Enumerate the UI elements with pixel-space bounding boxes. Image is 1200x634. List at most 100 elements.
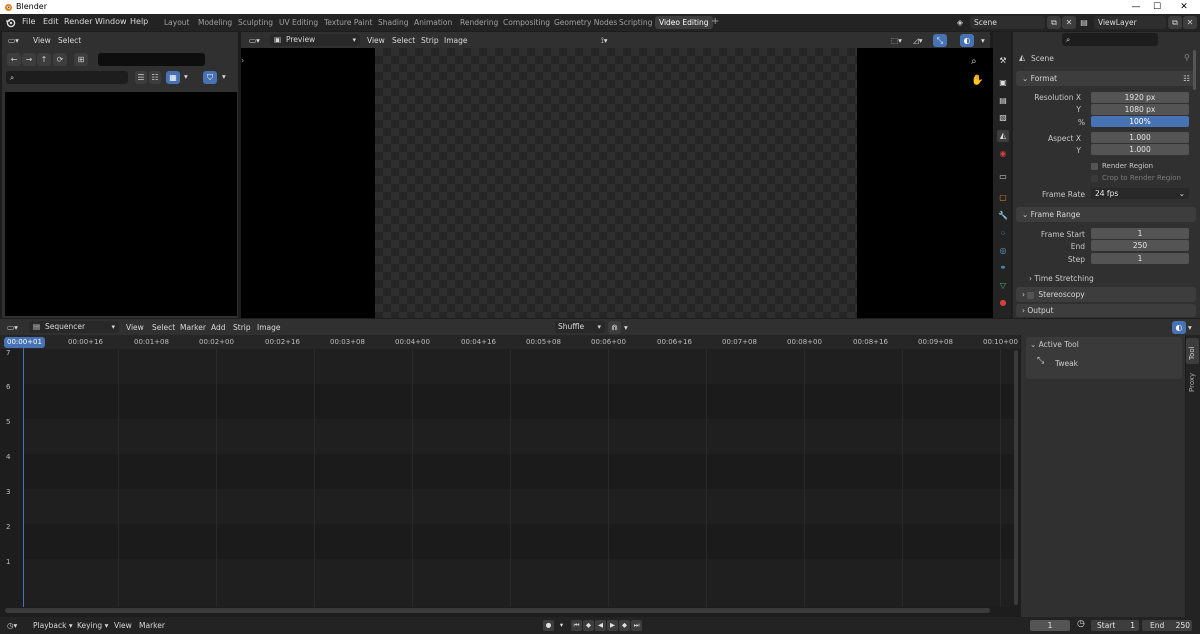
sequencer-menu-add[interactable]: Add [211,323,226,332]
sequencer-menu-select[interactable]: Select [152,323,175,332]
file-browser-content[interactable] [5,92,237,316]
tab-geometry-nodes[interactable]: Geometry Nodes [550,16,621,29]
sequencer-menu-strip[interactable]: Strip [233,323,251,332]
scene-icon[interactable]: ◈ [953,16,967,29]
tab-uv-editing[interactable]: UV Editing [275,16,322,29]
timeline-menu-marker[interactable]: Marker [139,621,165,630]
tab-modeling[interactable]: Modeling [194,16,236,29]
overlays-icon[interactable]: ◐ [960,34,974,47]
zoom-icon[interactable]: ⌕ [971,56,977,67]
aspect-y-field[interactable]: 1.000 [1091,144,1189,155]
preview-menu-image[interactable]: Image [444,36,468,45]
frame-range-panel-header[interactable]: ⌄ Frame Range [1016,207,1196,222]
menu-edit[interactable]: Edit [43,17,59,26]
preview-mode-dropdown[interactable]: ▣ Preview ▾ [270,34,360,46]
preview-editor-type-icon[interactable]: ▭▾ [249,36,260,45]
timeline-menu-keying[interactable]: Keying ▾ [77,621,108,630]
file-browser-menu-select[interactable]: Select [58,36,81,45]
tab-compositing[interactable]: Compositing [499,16,554,29]
tweak-tool-icon[interactable]: ⤡ [1037,356,1044,366]
record-icon[interactable]: ● [543,620,554,631]
tab-sculpting[interactable]: Sculpting [234,16,277,29]
delete-view-layer-icon[interactable]: ✕ [1183,16,1197,29]
object-tab-icon[interactable]: ▢ [997,192,1009,204]
auto-key-chevron-icon[interactable]: ▾ [556,620,567,631]
preview-canvas[interactable] [375,48,857,318]
hand-pan-icon[interactable]: ✋ [971,75,983,86]
blender-menu-icon[interactable] [5,17,16,28]
frame-end-field[interactable]: 250 [1091,240,1189,251]
scene-name-field[interactable]: Scene [970,16,1045,29]
scene-tab-icon[interactable]: ◭ [997,130,1009,142]
display-settings-chevron-icon[interactable]: ▾ [184,72,188,81]
close-window-button[interactable]: ✕ [1177,1,1191,13]
presets-icon[interactable]: ☷ [1183,71,1190,86]
format-panel-header[interactable]: ⌄ Format ☷ [1016,71,1196,86]
current-frame-field[interactable]: 1 [1030,620,1070,631]
display-detail-icon[interactable]: ☷ [149,71,161,84]
file-search-input[interactable]: ⌕ [6,71,128,84]
checkbox-icon[interactable] [1027,291,1035,299]
tab-shading[interactable]: Shading [374,16,412,29]
tool-tab-icon[interactable]: ⚒ [997,55,1009,67]
data-tab-icon[interactable]: ▽ [997,280,1009,292]
timeline-end-field[interactable]: End 250 [1142,620,1192,631]
parent-directory-icon[interactable]: ↑ [37,53,51,66]
sequencer-menu-view[interactable]: View [126,323,144,332]
display-thumbnails-icon[interactable]: ▦ [166,71,180,84]
display-list-icon[interactable]: ☰ [135,71,147,84]
active-tool-panel-header[interactable]: ⌄ Active Tool [1030,340,1079,349]
prev-keyframe-icon[interactable]: ◆ [583,620,594,631]
time-stretching-subpanel[interactable]: › Time Stretching [1029,274,1094,283]
menu-window[interactable]: Window [95,17,127,26]
snap-icon[interactable]: ⤡ [933,34,947,47]
render-tab-icon[interactable]: ▣ [997,77,1009,89]
properties-scrollbar[interactable] [1193,50,1196,90]
tab-texture-paint[interactable]: Texture Paint [320,16,376,29]
sequencer-menu-image[interactable]: Image [257,323,281,332]
play-icon[interactable]: ▶ [607,620,618,631]
transform-icon[interactable]: ◿▾ [913,36,923,45]
output-tab-icon[interactable]: ▤ [997,95,1009,107]
timeline-menu-playback[interactable]: Playback ▾ [33,621,73,630]
view-layer-field[interactable]: ViewLayer [1094,16,1166,29]
frame-start-field[interactable]: 1 [1091,228,1189,239]
tab-video-editing[interactable]: Video Editing [655,16,713,29]
tab-layout[interactable]: Layout [160,16,194,29]
sequencer-overlays-chevron-icon[interactable]: ▾ [1188,323,1192,332]
maximize-button[interactable]: ☐ [1150,1,1164,13]
timeline-menu-view[interactable]: View [114,621,132,630]
resolution-y-field[interactable]: 1080 px [1091,104,1189,115]
sequencer-editor-type-icon[interactable]: ▭▾ [7,323,18,332]
new-scene-icon[interactable]: ⧉ [1047,16,1061,29]
menu-render[interactable]: Render [64,17,92,26]
tab-scripting[interactable]: Scripting [615,16,656,29]
world-tab-icon[interactable]: ◉ [997,148,1009,160]
filter-icon[interactable]: ⛉ [203,71,217,84]
stereoscopy-panel-header[interactable]: › Stereoscopy [1016,287,1196,302]
delete-scene-icon[interactable]: ✕ [1062,16,1076,29]
directory-path-input[interactable] [98,53,205,66]
preview-menu-strip[interactable]: Strip [421,36,439,45]
crop-region-checkbox[interactable]: Crop to Render Region [1091,174,1181,182]
play-reverse-icon[interactable]: ◀ [595,620,606,631]
horizontal-scrollbar[interactable] [5,608,990,613]
timeline-start-field[interactable]: Start 1 [1091,620,1139,631]
menu-help[interactable]: Help [130,17,148,26]
snapping-icon[interactable]: ⋒ [608,321,621,334]
new-folder-icon[interactable]: ⊞ [74,53,88,66]
resolution-x-field[interactable]: 1920 px [1091,92,1189,103]
physics-tab-icon[interactable]: ◎ [997,245,1009,257]
jump-end-icon[interactable]: ⏭ [631,620,642,631]
editor-type-icon[interactable]: ▭▾ [8,36,19,45]
material-tab-icon[interactable]: ● [997,297,1009,309]
sidebar-toggle-icon[interactable]: › [241,56,244,65]
back-arrow-icon[interactable]: ← [7,53,21,66]
overlays-chevron-icon[interactable]: ▾ [981,36,985,45]
gizmo-icon[interactable]: ⬚▾ [891,36,902,45]
filter-chevron-icon[interactable]: ▾ [222,72,226,81]
particles-tab-icon[interactable]: ⁘ [997,228,1009,240]
sequencer-mode-dropdown[interactable]: ▤ Sequencer ▾ [29,321,119,333]
vertical-scrollbar[interactable] [1014,350,1018,605]
new-view-layer-icon[interactable]: ⧉ [1168,16,1182,29]
